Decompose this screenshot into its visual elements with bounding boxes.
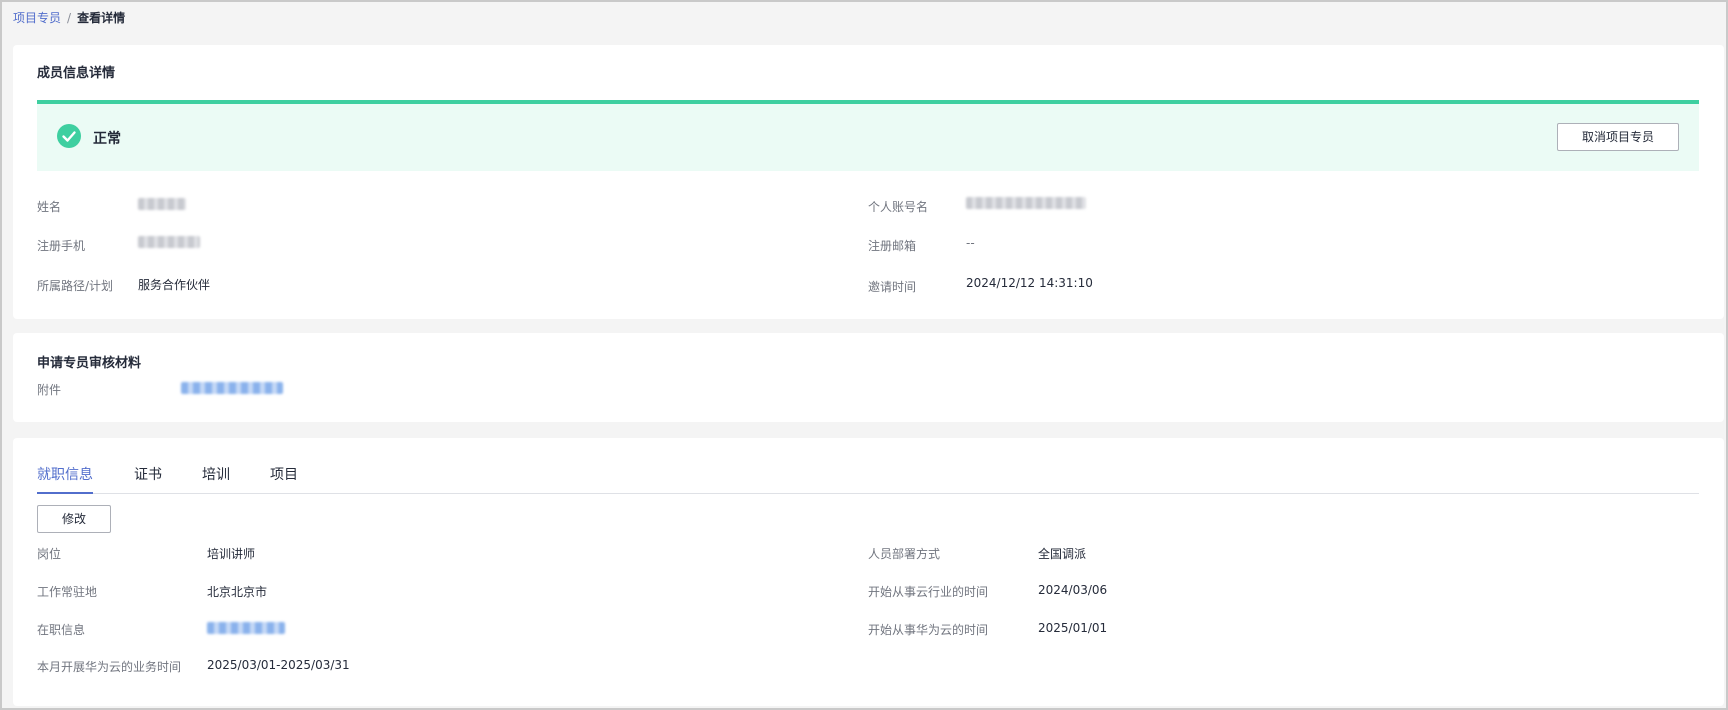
huawei-start-value: 2025/01/01 [1038, 621, 1108, 635]
materials-card: 申请专员审核材料 附件 [13, 333, 1724, 422]
tab-training[interactable]: 培训 [202, 464, 230, 492]
path-label: 所属路径/计划 [37, 279, 114, 293]
employment-card: 就职信息 证书 培训 项目 修改 岗位 培训讲师 工作常驻地 北京北京市 在职信… [13, 438, 1724, 706]
path-value: 服务合作伙伴 [138, 278, 211, 292]
invite-time-label: 邀请时间 [868, 280, 917, 294]
name-value-redacted [138, 198, 186, 210]
email-label: 注册邮箱 [868, 239, 917, 253]
cloud-start-value: 2024/03/06 [1038, 583, 1108, 597]
status-text: 正常 [93, 131, 121, 147]
location-label: 工作常驻地 [37, 585, 98, 599]
location-value: 北京北京市 [207, 585, 268, 599]
tab-employment-info[interactable]: 就职信息 [37, 464, 93, 494]
attachment-link-redacted[interactable] [181, 382, 283, 394]
status-banner: 正常 取消项目专员 [37, 100, 1699, 171]
deployment-label: 人员部署方式 [868, 547, 941, 561]
check-circle-icon [57, 124, 81, 148]
cloud-start-label: 开始从事云行业的时间 [868, 585, 989, 599]
cancel-specialist-button[interactable]: 取消项目专员 [1557, 123, 1679, 151]
member-info-card: 成员信息详情 正常 取消项目专员 姓名 注册手机 所属路径/计划 服务合作伙伴 … [13, 45, 1724, 319]
tab-certificates[interactable]: 证书 [134, 464, 162, 492]
breadcrumb-link-project-specialist[interactable]: 项目专员 [13, 9, 61, 26]
account-value-redacted [966, 197, 1086, 209]
edit-button[interactable]: 修改 [37, 505, 111, 533]
materials-title: 申请专员审核材料 [37, 356, 142, 371]
position-label: 岗位 [37, 547, 62, 561]
breadcrumb-current: 查看详情 [77, 11, 126, 25]
email-value: -- [966, 236, 975, 250]
business-time-label: 本月开展华为云的业务时间 [37, 660, 182, 674]
deployment-value: 全国调派 [1038, 547, 1087, 561]
tab-projects[interactable]: 项目 [270, 464, 298, 492]
employment-label: 在职信息 [37, 623, 86, 637]
phone-value-redacted [138, 236, 200, 248]
business-time-value: 2025/03/01-2025/03/31 [207, 658, 350, 672]
breadcrumb: 项目专员 / 查看详情 [13, 9, 125, 26]
invite-time-value: 2024/12/12 14:31:10 [966, 276, 1093, 290]
position-value: 培训讲师 [207, 547, 256, 561]
name-label: 姓名 [37, 200, 62, 214]
breadcrumb-separator: / [67, 10, 72, 25]
huawei-start-label: 开始从事华为云的时间 [868, 623, 989, 637]
attachment-label: 附件 [37, 383, 62, 397]
tab-bar: 就职信息 证书 培训 项目 [37, 464, 1699, 494]
member-info-title: 成员信息详情 [37, 66, 116, 81]
account-label: 个人账号名 [868, 200, 929, 214]
employment-value-redacted[interactable] [207, 622, 285, 634]
phone-label: 注册手机 [37, 239, 86, 253]
